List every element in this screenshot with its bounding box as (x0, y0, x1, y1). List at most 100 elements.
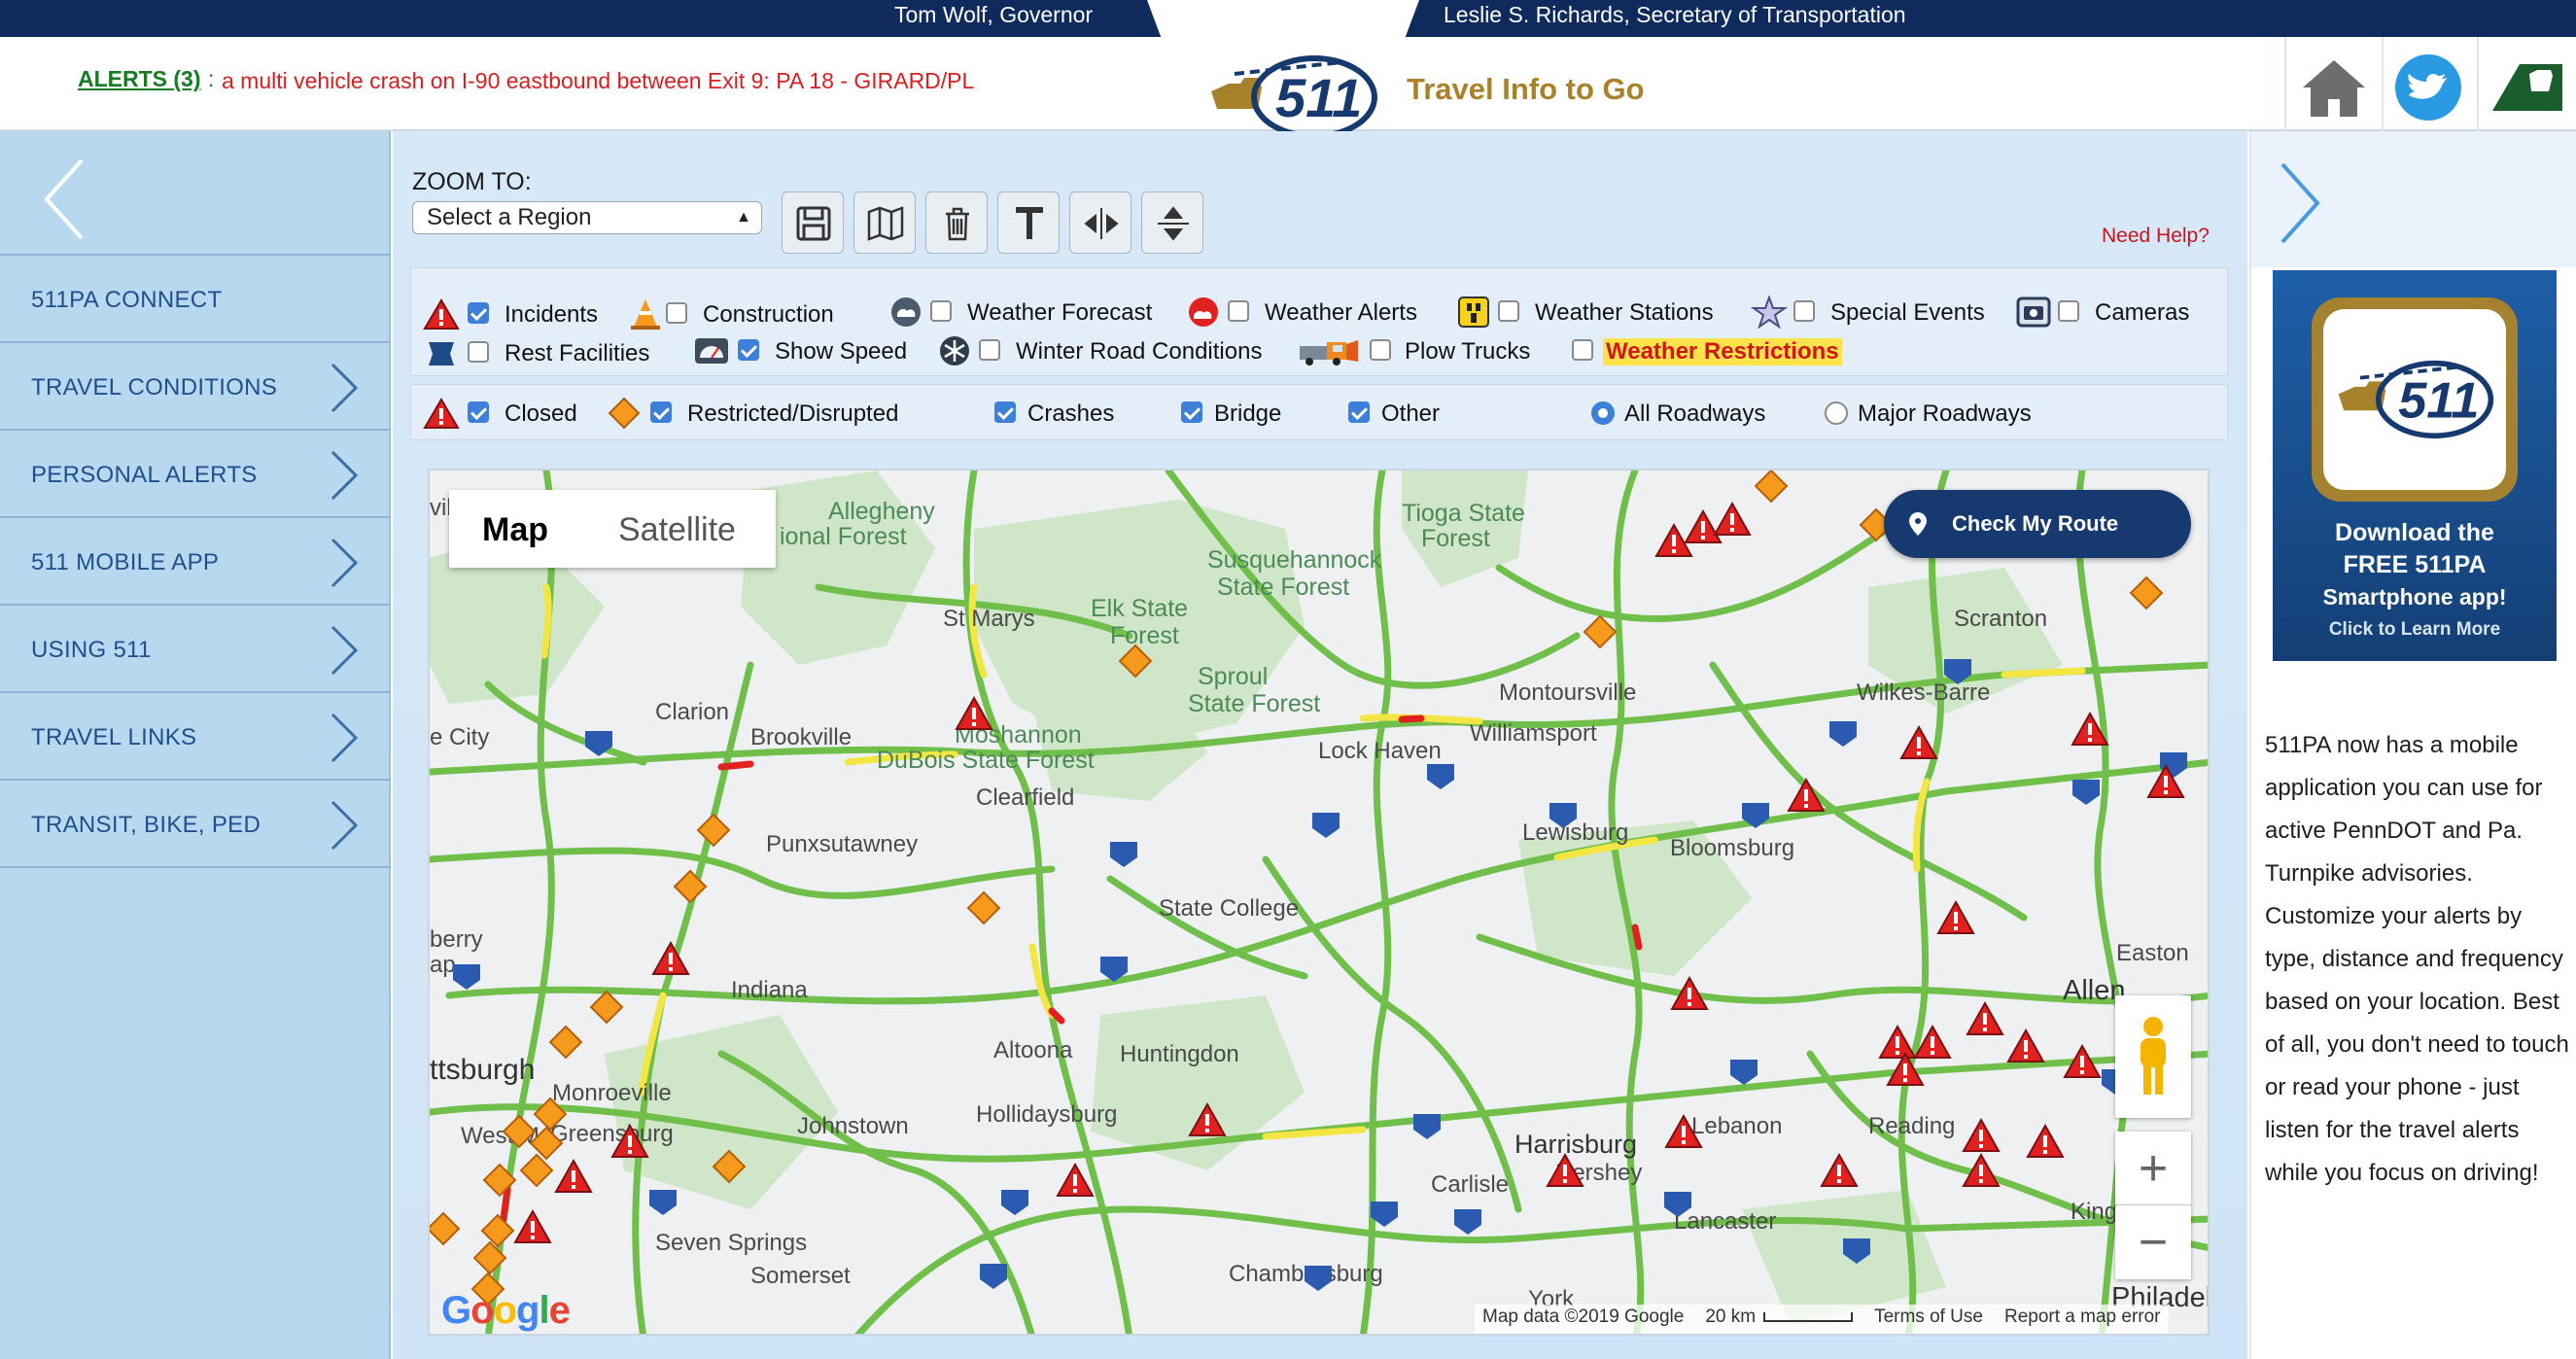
map-attribution: Map data ©2019 Google 20 km Terms of Use Re… (1475, 1305, 2169, 1334)
plow-trucks-checkbox[interactable] (1370, 339, 1391, 361)
alerts-ticker[interactable]: a multi vehicle crash on I-90 eastbound … (222, 68, 974, 94)
layer-label: Incidents (505, 301, 599, 328)
report-map-error-link[interactable]: Report a map error (2004, 1307, 2161, 1327)
region-select[interactable]: Select a Region ▲ (412, 201, 762, 234)
layer-show-speed[interactable]: Show Speed (693, 334, 946, 367)
map-label: Greensburg (550, 1121, 674, 1147)
map-label: Sproul (1198, 663, 1268, 690)
weather-alerts-checkbox[interactable] (1228, 300, 1249, 322)
chevron-right-icon (331, 363, 359, 413)
filter-other[interactable]: Other (1348, 397, 1504, 430)
governor-text: Tom Wolf, Governor (894, 2, 1094, 27)
learn-more-link[interactable]: Click to Learn More (2273, 619, 2557, 641)
zoom-in-button[interactable]: + (2115, 1132, 2191, 1205)
chevron-right-icon (331, 625, 359, 676)
delete-button[interactable] (925, 192, 988, 254)
map-label: Elk State (1091, 595, 1188, 622)
diamond-icon (608, 397, 641, 430)
layer-label: Plow Trucks (1405, 338, 1531, 365)
sidebar-item-511pa-connect[interactable]: 511PA CONNECT (0, 256, 391, 343)
special-events-checkbox[interactable] (1793, 300, 1815, 322)
pegman-icon (2141, 1017, 2166, 1095)
restricted-checkbox[interactable] (650, 401, 672, 423)
twitter-icon[interactable] (2384, 49, 2473, 126)
satellite-tab[interactable]: Satellite (618, 511, 736, 549)
terms-link[interactable]: Terms of Use (1874, 1307, 1983, 1327)
zoom-out-button[interactable]: − (2115, 1205, 2191, 1279)
sidebar-item-travel-links[interactable]: TRAVEL LINKS (0, 693, 391, 781)
select-arrows-icon: ▲ (736, 209, 751, 226)
crashes-checkbox[interactable] (994, 401, 1016, 423)
bridge-checkbox[interactable] (1181, 401, 1202, 423)
all-roadways-option[interactable]: All Roadways (1591, 397, 1805, 430)
chevron-right-icon (331, 713, 359, 763)
google-logo: Google (441, 1289, 571, 1332)
closed-checkbox[interactable] (468, 401, 489, 423)
chevron-right-icon (331, 538, 359, 588)
alerts-link[interactable]: ALERTS (3) (78, 66, 201, 92)
map-label: Forest (1110, 622, 1179, 649)
app-download-ad[interactable]: 511 Download the FREE 511PA Smartphone a… (2273, 270, 2557, 661)
map-button[interactable] (853, 192, 916, 254)
sidebar-item-travel-conditions[interactable]: TRAVEL CONDITIONS (0, 343, 391, 431)
save-button[interactable] (782, 192, 844, 254)
text-button[interactable] (997, 192, 1060, 254)
split-vertical-button[interactable] (1069, 192, 1131, 254)
map-label: Indiana (731, 977, 808, 1003)
weather-forecast-checkbox[interactable] (930, 300, 952, 322)
layer-rest-facilities[interactable]: Rest Facilities (423, 336, 666, 369)
layer-cameras[interactable]: Cameras (2015, 296, 2210, 329)
layer-construction[interactable]: Construction (627, 297, 851, 331)
winter-road-checkbox[interactable] (979, 339, 1000, 361)
need-help-link[interactable]: Need Help? (2102, 225, 2210, 248)
layer-weather-restrictions[interactable]: Weather Restrictions (1572, 334, 1863, 367)
all-roadways-radio[interactable] (1591, 401, 1615, 425)
chevron-right-icon[interactable] (2277, 155, 2325, 252)
weather-stations-checkbox[interactable] (1498, 300, 1519, 322)
layer-weather-stations[interactable]: Weather Stations (1455, 296, 1737, 329)
home-icon[interactable] (2289, 49, 2379, 126)
cameras-checkbox[interactable] (2058, 300, 2079, 322)
weather-restrictions-checkbox[interactable] (1572, 339, 1593, 361)
sidebar-item-label: PERSONAL ALERTS (31, 462, 258, 488)
filter-bridge[interactable]: Bridge (1181, 397, 1337, 430)
layer-weather-forecast[interactable]: Weather Forecast (888, 296, 1169, 329)
map-label: Monroeville (552, 1080, 672, 1106)
layer-weather-alerts[interactable]: Weather Alerts (1185, 296, 1438, 329)
map-label: Susquehannock (1207, 546, 1382, 574)
rest-facilities-checkbox[interactable] (468, 341, 489, 363)
layer-incidents[interactable]: Incidents (423, 297, 617, 331)
show-speed-checkbox[interactable] (738, 339, 759, 361)
filter-crashes[interactable]: Crashes (994, 397, 1169, 430)
penndot-icon[interactable] (2481, 49, 2570, 126)
sidebar-item-using-511[interactable]: USING 511 (0, 606, 391, 693)
layer-special-events[interactable]: Special Events (1751, 296, 2003, 329)
street-view-pegman[interactable] (2115, 995, 2191, 1118)
incidents-checkbox[interactable] (468, 302, 489, 324)
sidebar-item-mobile-app[interactable]: 511 MOBILE APP (0, 518, 391, 606)
split-horizontal-icon (1158, 206, 1189, 241)
sidebar-item-transit-bike-ped[interactable]: TRANSIT, BIKE, PED (0, 781, 391, 868)
alerts-colon: : (208, 66, 215, 91)
plow-truck-icon (1300, 340, 1358, 366)
major-roadways-option[interactable]: Major Roadways (1825, 397, 2077, 430)
secretary-text: Leslie S. Richards, Secretary of Transpo… (1444, 2, 1906, 27)
other-checkbox[interactable] (1348, 401, 1370, 423)
major-roadways-radio[interactable] (1825, 401, 1848, 425)
split-horizontal-button[interactable] (1141, 192, 1203, 254)
layer-options: Incidents Construction Weather Forecast … (410, 267, 2228, 376)
map-label: Allegheny (828, 498, 935, 525)
chevron-right-icon (331, 800, 359, 851)
filter-closed[interactable]: Closed (423, 397, 617, 430)
chevron-left-icon[interactable] (39, 151, 87, 248)
traffic-map[interactable]: Susquehannock State Forest Sproul State … (428, 469, 2210, 1336)
ad-line: Smartphone app! (2322, 584, 2507, 610)
filter-restricted[interactable]: Restricted/Disrupted (606, 397, 936, 430)
check-my-route-button[interactable]: Check My Route (1884, 490, 2191, 558)
construction-checkbox[interactable] (666, 302, 687, 324)
layer-plow-trucks[interactable]: Plow Trucks (1298, 334, 1541, 367)
layer-winter-road-conditions[interactable]: Winter Road Conditions (936, 334, 1305, 367)
map-canvas[interactable]: Susquehannock State Forest Sproul State … (430, 470, 2210, 1336)
map-tab[interactable]: Map (482, 511, 548, 549)
sidebar-item-personal-alerts[interactable]: PERSONAL ALERTS (0, 431, 391, 518)
